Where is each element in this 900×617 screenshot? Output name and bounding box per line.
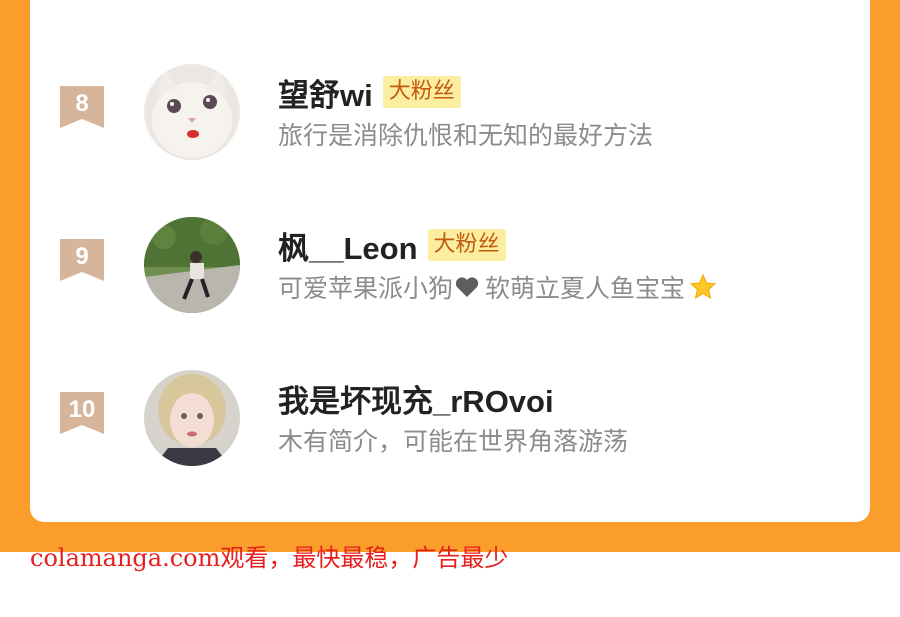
username[interactable]: 枫__Leon	[278, 223, 418, 268]
rank-number: 8	[75, 90, 89, 117]
user-bio: 可爱苹果派小狗 软萌立夏人鱼宝宝	[278, 269, 717, 305]
bio-text: 软萌立夏人鱼宝宝	[485, 274, 686, 303]
list-item[interactable]: 10 我是坏现充_rROvoi 木有简介，可能在世界角落游荡	[30, 370, 870, 480]
watermark-text: colamanga.com观看，最快最稳，广告最少	[30, 544, 509, 572]
avatar[interactable]	[144, 64, 240, 160]
user-bio: 木有简介，可能在世界角落游荡	[278, 427, 629, 456]
rank-badge: 9	[60, 239, 104, 283]
list-item[interactable]: 8 望舒wi 大粉丝 旅行是消除仇恨和无知的最好方法	[30, 64, 870, 174]
list-item[interactable]: 9 枫__Leon 大粉丝 可爱苹果派小狗 软萌立夏人鱼宝宝	[30, 217, 870, 327]
avatar[interactable]	[144, 217, 240, 313]
user-bio: 旅行是消除仇恨和无知的最好方法	[278, 121, 654, 150]
rank-badge: 10	[60, 392, 104, 436]
fan-level-badge: 大粉丝	[382, 76, 461, 108]
fan-level-badge: 大粉丝	[427, 229, 506, 261]
star-icon	[689, 273, 717, 300]
avatar[interactable]	[144, 370, 240, 466]
rank-number: 9	[75, 243, 89, 270]
rank-badge: 8	[60, 86, 104, 130]
heart-icon	[455, 277, 479, 297]
bio-text: 可爱苹果派小狗	[278, 274, 454, 303]
rank-number: 10	[68, 396, 96, 423]
username[interactable]: 我是坏现充_rROvoi	[278, 376, 554, 421]
username[interactable]: 望舒wi	[278, 70, 373, 115]
fan-list-card: 8 望舒wi 大粉丝 旅行是消除仇恨和无知的最好方法 9 枫__Leon 大粉丝…	[30, 0, 870, 522]
